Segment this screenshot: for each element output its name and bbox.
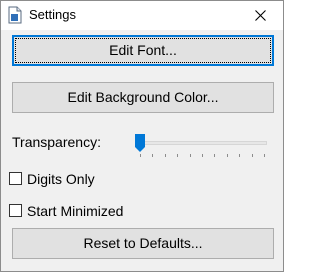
slider-tick (189, 154, 191, 157)
digits-only-checkbox[interactable]: Digits Only (9, 170, 159, 188)
slider-tick (214, 154, 216, 157)
slider-tick (152, 154, 154, 157)
slider-tick (164, 154, 166, 157)
slider-tick (140, 154, 141, 157)
settings-panel: Edit Font... Edit Background Color... Tr… (1, 30, 283, 271)
edit-font-button[interactable]: Edit Font... (12, 35, 274, 66)
edit-background-color-button[interactable]: Edit Background Color... (12, 82, 274, 113)
slider-thumb[interactable] (135, 134, 145, 152)
slider-tick (202, 154, 203, 157)
slider-tick (264, 154, 265, 157)
slider-tick (239, 154, 241, 157)
title-bar[interactable]: Settings (1, 1, 283, 30)
slider-tick (226, 154, 228, 157)
slider-track[interactable] (137, 141, 267, 145)
checkbox-box[interactable] (9, 172, 22, 185)
start-minimized-checkbox[interactable]: Start Minimized (9, 202, 159, 220)
close-icon (255, 10, 266, 21)
slider-tick (177, 154, 179, 157)
app-icon (7, 6, 23, 24)
checkbox-label: Start Minimized (27, 203, 124, 219)
transparency-label: Transparency: (12, 134, 101, 150)
transparency-slider[interactable] (133, 128, 271, 158)
settings-window: Settings Edit Font... Edit Background Co… (0, 0, 284, 272)
slider-tick (251, 154, 253, 157)
close-button[interactable] (237, 1, 283, 30)
checkbox-box[interactable] (9, 204, 22, 217)
window-title: Settings (29, 7, 76, 22)
reset-to-defaults-button[interactable]: Reset to Defaults... (12, 228, 274, 259)
checkbox-label: Digits Only (27, 171, 95, 187)
